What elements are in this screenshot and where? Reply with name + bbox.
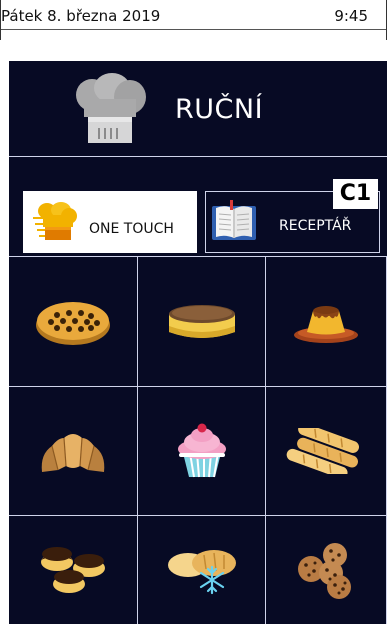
program-tile-flan[interactable] <box>266 256 387 386</box>
flan-icon <box>294 305 358 343</box>
program-tile-croissant[interactable] <box>9 386 138 515</box>
mode-header[interactable]: RUČNÍ <box>9 61 387 156</box>
baguettes-icon <box>286 428 359 474</box>
cheesecake-icon <box>168 304 235 338</box>
status-date: Pátek 8. března 2019 <box>1 7 161 25</box>
program-badge: C1 <box>333 179 378 209</box>
one-touch-icon <box>33 202 77 240</box>
recipe-book-icon <box>212 200 256 240</box>
program-tile-baguettes[interactable] <box>266 386 387 515</box>
program-tile-cookies[interactable] <box>266 515 387 624</box>
cupcake-icon <box>177 423 226 478</box>
one-touch-button[interactable]: ONE TOUCH <box>23 191 197 253</box>
program-tile-cheesecake[interactable] <box>138 256 266 386</box>
main-panel: RUČNÍ ONE TOUCH RECEPTÁŘ C1 <box>9 61 387 624</box>
chef-hat-icon <box>76 73 146 143</box>
eclairs-icon <box>41 547 105 593</box>
program-tile-pie[interactable] <box>9 256 138 386</box>
croissant-icon <box>41 434 105 472</box>
header-divider <box>9 156 387 157</box>
status-time: 9:45 <box>334 7 368 25</box>
mode-title: RUČNÍ <box>175 94 264 125</box>
frozen-bread-icon <box>167 550 236 595</box>
program-tile-eclairs[interactable] <box>9 515 138 624</box>
recipes-label: RECEPTÁŘ <box>279 218 352 234</box>
program-tile-cupcake[interactable] <box>138 386 266 515</box>
status-divider <box>1 29 386 30</box>
status-bar: Pátek 8. března 2019 9:45 <box>0 0 387 40</box>
program-tile-frozen-bread[interactable] <box>138 515 266 624</box>
program-grid <box>9 256 387 624</box>
one-touch-label: ONE TOUCH <box>89 221 174 237</box>
cookies-icon <box>298 543 351 599</box>
pie-icon <box>36 301 110 345</box>
